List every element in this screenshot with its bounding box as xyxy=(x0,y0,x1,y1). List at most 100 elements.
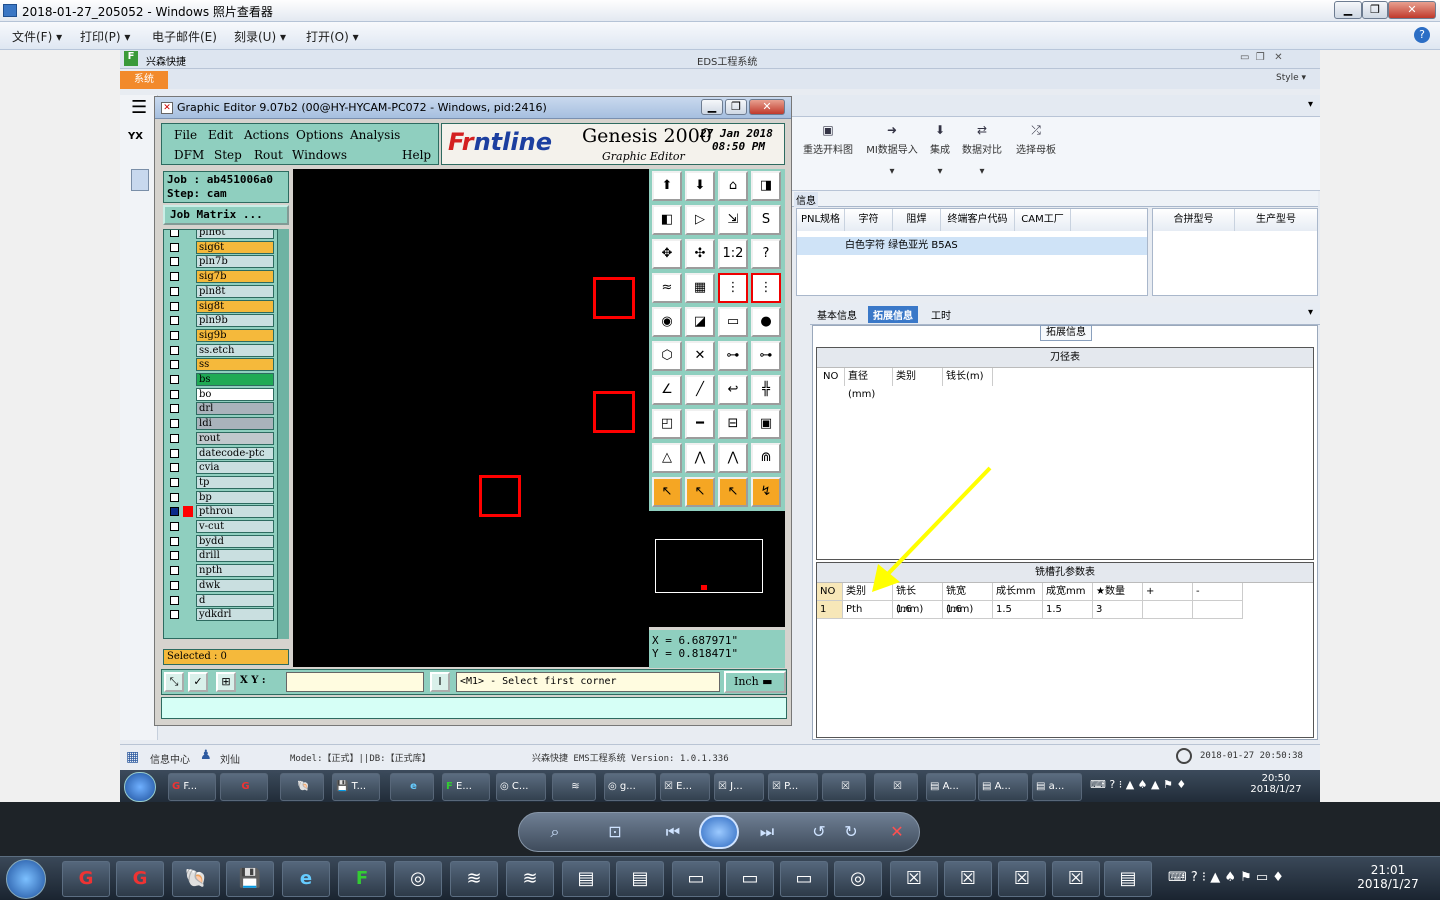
zoom-icon[interactable]: ⌕ xyxy=(541,821,569,843)
pan-icon[interactable]: ✥ xyxy=(652,239,682,269)
calculator-icon[interactable] xyxy=(131,169,149,191)
taskbar-app[interactable]: ☒ xyxy=(1052,861,1100,897)
info-icon[interactable]: I xyxy=(430,672,450,692)
corner-icon[interactable]: ◰ xyxy=(652,409,682,439)
layer-row[interactable]: pln9b xyxy=(166,314,286,328)
grid-icon[interactable]: ▦ xyxy=(685,273,715,303)
tray-icons[interactable]: ⌨ ? ⁝ ▲ ♠ ⚑ ▭ ♦ xyxy=(1168,870,1284,885)
taskbar-item[interactable]: ▤ a... xyxy=(1032,773,1082,801)
zoom-fit-icon[interactable]: ⤡ xyxy=(164,672,184,692)
taskbar-photo[interactable]: ▭ xyxy=(672,861,720,897)
taskbar-item[interactable]: ☒ E... xyxy=(660,773,710,801)
route-icon[interactable]: ↯ xyxy=(751,477,781,507)
tab-work-hours[interactable]: 工时 xyxy=(926,306,956,323)
col-header-pnl[interactable]: PNL规格 xyxy=(797,209,845,231)
ruler-icon[interactable]: ▭ xyxy=(718,307,748,337)
taskbar-excel[interactable]: ▤ xyxy=(562,861,610,897)
menu-edit[interactable]: Edit xyxy=(208,128,233,142)
taskbar-app[interactable]: ≋ xyxy=(506,861,554,897)
arch-icon[interactable]: ⋀ xyxy=(685,443,715,473)
taskbar-excel[interactable]: ▤ xyxy=(616,861,664,897)
layer-row[interactable]: pthrou xyxy=(166,505,286,519)
layer-row[interactable]: bp xyxy=(166,490,286,504)
taskbar-ie[interactable]: e xyxy=(282,861,330,897)
grid-snap-icon[interactable]: ⊞ xyxy=(216,672,236,692)
tab-extended-info[interactable]: 拓展信息 xyxy=(868,306,918,323)
start-button[interactable] xyxy=(6,859,46,899)
menu-dfm[interactable]: DFM xyxy=(174,148,204,162)
table-row[interactable]: 白色字符 绿色亚光 B5AS xyxy=(797,237,1147,255)
drill-icon[interactable]: ⋮ xyxy=(718,273,748,303)
taskbar-shell-app[interactable]: 🐚 xyxy=(172,861,220,897)
taskbar-item[interactable]: G xyxy=(220,773,268,801)
tray-icons[interactable]: ⌨ ? ⁝ ▲ ♠ ▲ ⚑ ♦ xyxy=(1090,778,1186,791)
layer-checkbox[interactable] xyxy=(170,522,179,531)
remove-row-button[interactable]: - xyxy=(1193,583,1243,601)
taskbar-item[interactable]: 💾 T... xyxy=(332,773,380,801)
taskbar-app[interactable]: ◎ xyxy=(834,861,882,897)
layer-row[interactable]: rout xyxy=(166,431,286,445)
info-center-link[interactable]: 信息中心 xyxy=(150,751,190,766)
layer-row[interactable]: drill xyxy=(166,549,286,563)
layer-checkbox[interactable] xyxy=(170,551,179,561)
add-row-button[interactable]: + xyxy=(1143,583,1193,601)
help-icon[interactable]: ? xyxy=(751,239,781,269)
taskbar-item[interactable]: ≋ xyxy=(552,773,596,801)
layer-checkbox[interactable] xyxy=(170,507,179,517)
layer-checkbox[interactable] xyxy=(170,610,179,620)
overview-preview[interactable] xyxy=(649,511,785,627)
layer-row[interactable]: bydd xyxy=(166,534,286,548)
taskbar-photo[interactable]: ▭ xyxy=(726,861,774,897)
menu-email[interactable]: 电子邮件(E) xyxy=(152,28,217,45)
taskbar-item[interactable]: G F... xyxy=(168,773,216,801)
graphic-canvas[interactable] xyxy=(293,169,649,667)
style-dropdown[interactable]: Style ▾ xyxy=(1276,73,1306,83)
menu-rout[interactable]: Rout xyxy=(254,148,283,162)
layer-checkbox[interactable] xyxy=(170,345,179,355)
table-cell[interactable] xyxy=(1193,601,1243,619)
table-cell[interactable]: 3 xyxy=(1093,601,1143,619)
col-header-mask[interactable]: 阻焊 xyxy=(893,209,941,231)
layer-row[interactable]: npth xyxy=(166,564,286,578)
taskbar-f-app[interactable]: F xyxy=(338,861,386,897)
rotate-left-icon[interactable]: ↺ xyxy=(805,821,833,843)
layer-checkbox[interactable] xyxy=(170,566,179,576)
rotate-right-icon[interactable]: ↻ xyxy=(837,821,865,843)
angle-icon[interactable]: ∠ xyxy=(652,375,682,405)
eds-window-controls[interactable]: ▭ ❐ ✕ xyxy=(1240,52,1283,63)
taskbar-item[interactable]: ☒ xyxy=(874,773,918,801)
layer-checkbox[interactable] xyxy=(170,230,179,237)
taskbar-app[interactable]: ≋ xyxy=(450,861,498,897)
menu-options[interactable]: Options xyxy=(296,128,343,142)
layer-row[interactable]: bo xyxy=(166,387,286,401)
layer-checkbox[interactable] xyxy=(170,375,179,384)
pad-icon[interactable]: ● xyxy=(751,307,781,337)
add-pad-icon[interactable]: ◉ xyxy=(652,307,682,337)
table-cell[interactable]: 1 xyxy=(817,601,843,619)
col-header-type[interactable]: 类别 xyxy=(893,368,943,386)
connect-icon[interactable]: ⊶ xyxy=(718,341,748,371)
center-icon[interactable]: ✣ xyxy=(685,239,715,269)
system-clock[interactable]: 21:01 2018/1/27 xyxy=(1350,863,1426,891)
home-icon[interactable]: ⌂ xyxy=(718,171,748,201)
minimize-button[interactable]: ▁ xyxy=(1334,1,1362,19)
layer-row[interactable]: v-cut xyxy=(166,520,286,533)
maximize-button[interactable]: ❐ xyxy=(1362,1,1388,19)
layer-checkbox[interactable] xyxy=(170,272,179,282)
select-mother-board-button[interactable]: ⤮ 选择母板 xyxy=(1006,123,1066,156)
zoom-area-icon[interactable]: ⇲ xyxy=(718,205,748,235)
select-icon[interactable]: ↖ xyxy=(718,477,748,507)
ribbon-collapse-icon[interactable]: ▾ xyxy=(1308,99,1313,110)
delete-icon[interactable]: ✕ xyxy=(883,821,911,843)
layer-row[interactable]: ss xyxy=(166,358,286,372)
layer-checkbox[interactable] xyxy=(170,536,179,546)
line-icon[interactable]: ⬡ xyxy=(652,341,682,371)
slideshow-button[interactable] xyxy=(699,815,739,849)
taskbar-item[interactable]: 🐚 xyxy=(280,773,324,801)
tab-basic-info[interactable]: 基本信息 xyxy=(812,306,862,323)
menu-file[interactable]: File xyxy=(174,128,197,142)
unit-selector[interactable]: Inch ▬ xyxy=(724,671,786,693)
select-icon[interactable]: ↖ xyxy=(685,477,715,507)
panel-icon[interactable]: ◨ xyxy=(751,171,781,201)
layers-icon[interactable]: ≈ xyxy=(652,273,682,303)
